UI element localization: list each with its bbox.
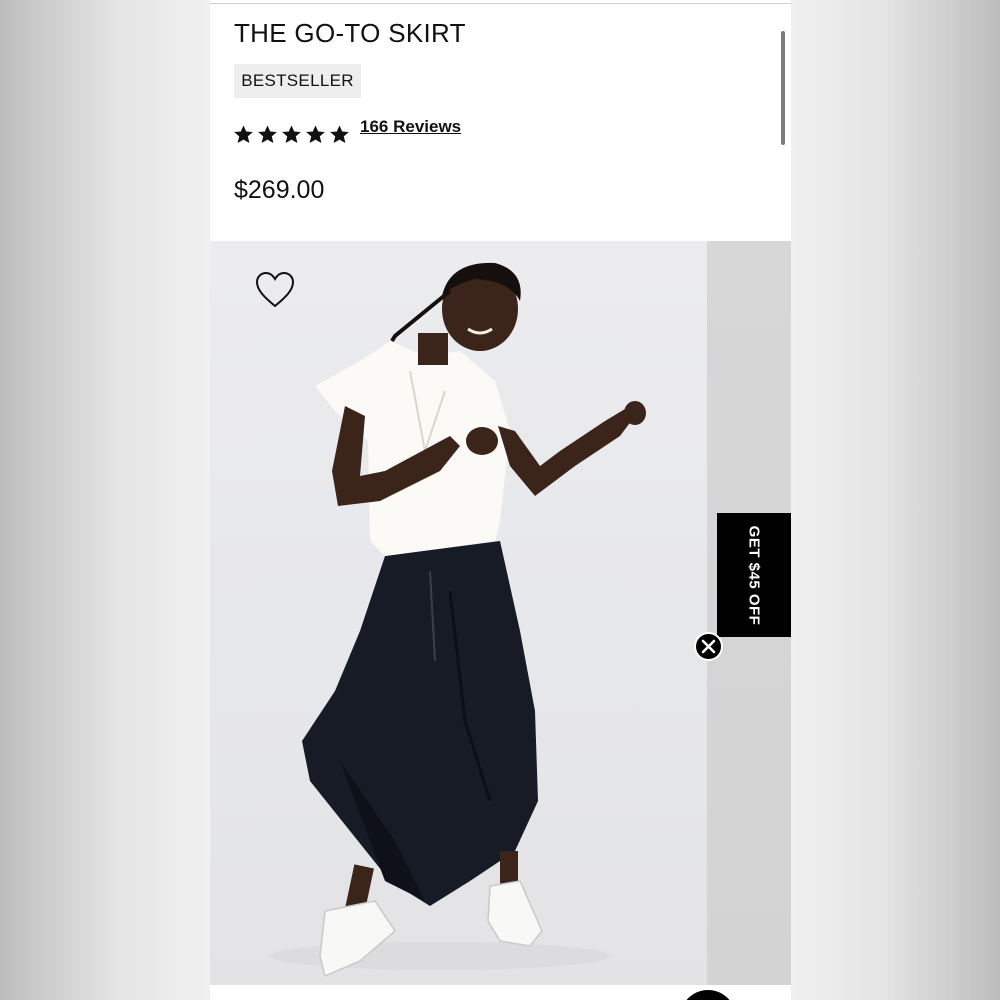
heart-outline-icon[interactable]	[254, 271, 296, 309]
product-image[interactable]	[210, 241, 707, 985]
star-icon	[282, 125, 301, 143]
background-right	[790, 0, 1000, 1000]
star-icon	[258, 125, 277, 143]
product-title: THE GO-TO SKIRT	[234, 18, 466, 48]
rating-stars[interactable]	[233, 124, 350, 145]
background-left	[0, 0, 210, 1000]
scrollbar[interactable]	[781, 31, 785, 145]
bestseller-badge: BESTSELLER	[234, 64, 361, 98]
product-price: $269.00	[234, 176, 325, 204]
star-icon	[234, 125, 253, 143]
promo-close-button[interactable]	[694, 632, 723, 661]
divider	[210, 3, 791, 4]
model-photo	[270, 262, 646, 978]
star-icon	[306, 125, 325, 143]
mobile-page: THE GO-TO SKIRT BESTSELLER 166 Reviews $…	[210, 0, 791, 1000]
reviews-link[interactable]: 166 Reviews	[360, 117, 461, 137]
promo-tab[interactable]: GET $45 OFF	[717, 513, 791, 637]
star-icon	[330, 125, 349, 143]
close-icon	[701, 639, 716, 654]
promo-tab-label: GET $45 OFF	[745, 525, 763, 625]
